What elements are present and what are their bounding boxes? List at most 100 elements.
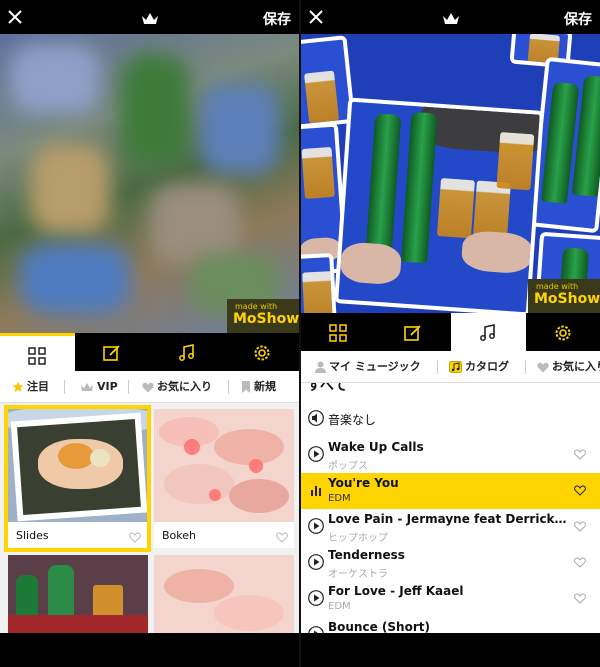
filter-label: お気に入り xyxy=(552,360,600,373)
music-track-list: すべて 音楽なし Wake Up Calls ポップス You're You E… xyxy=(301,383,600,633)
track-title: You're You xyxy=(328,476,399,490)
play-icon xyxy=(308,626,324,633)
heart-outline-icon[interactable] xyxy=(574,449,586,460)
heart-icon xyxy=(537,362,549,372)
tab-edit[interactable] xyxy=(376,313,451,351)
track-row[interactable]: Wake Up Calls ポップス xyxy=(301,437,600,473)
heart-outline-icon[interactable] xyxy=(574,485,586,496)
tab-music[interactable] xyxy=(451,313,526,351)
template-card-bokeh[interactable]: Bokeh xyxy=(154,409,294,548)
filter-new[interactable]: 新規 xyxy=(241,371,276,402)
track-title: Bounce (Short) xyxy=(328,620,430,633)
grid-icon xyxy=(28,347,46,365)
tab-settings[interactable] xyxy=(526,313,600,351)
person-icon xyxy=(315,361,326,373)
save-button[interactable]: 保存 xyxy=(263,9,291,29)
track-row-selected[interactable]: You're You EDM xyxy=(301,473,600,509)
speaker-mute-icon xyxy=(308,410,324,426)
tab-templates[interactable] xyxy=(0,333,75,371)
heart-outline-icon[interactable] xyxy=(574,593,586,604)
template-name: Bokeh xyxy=(162,529,196,542)
tab-edit[interactable] xyxy=(75,333,150,371)
track-row[interactable]: Love Pain - Jermayne feat Derrick Tho...… xyxy=(301,509,600,545)
photo-collage-preview: made with MoShow xyxy=(301,34,600,313)
star-icon xyxy=(12,381,24,392)
template-card[interactable] xyxy=(154,555,294,633)
left-screen: made with MoShow 保存 注目 VIP お気に入り 新規 Slid… xyxy=(0,0,299,667)
filter-label: 注目 xyxy=(27,380,49,393)
tab-templates[interactable] xyxy=(301,313,376,351)
no-music-row[interactable]: 音楽なし xyxy=(301,401,600,437)
template-name: Slides xyxy=(16,529,49,542)
filter-label: お気に入り xyxy=(157,380,212,393)
close-icon[interactable] xyxy=(309,10,323,24)
tab-settings[interactable] xyxy=(225,333,299,371)
play-icon xyxy=(308,446,324,462)
crown-icon[interactable] xyxy=(141,12,159,25)
filter-favorites[interactable]: お気に入り xyxy=(537,351,600,382)
watermark-brand: MoShow xyxy=(534,291,600,307)
tab-music[interactable] xyxy=(150,333,225,371)
template-filter-row: 注目 VIP お気に入り 新規 xyxy=(0,371,299,403)
heart-outline-icon[interactable] xyxy=(574,557,586,568)
music-folder-icon xyxy=(449,361,462,373)
template-card[interactable] xyxy=(8,555,148,633)
heart-outline-icon[interactable] xyxy=(574,521,586,532)
template-thumbnail xyxy=(8,409,147,522)
track-genre: オーケストラ xyxy=(328,569,388,580)
filter-label: 新規 xyxy=(254,380,276,393)
collage-photo xyxy=(301,253,337,313)
filter-favorites[interactable]: お気に入り xyxy=(142,371,212,402)
track-row[interactable]: Tenderness オーケストラ xyxy=(301,545,600,581)
gear-icon xyxy=(555,325,571,341)
heart-outline-icon[interactable] xyxy=(276,532,288,543)
template-card-slides[interactable]: Slides xyxy=(4,405,151,552)
music-note-icon xyxy=(179,344,194,361)
filter-vip[interactable]: VIP xyxy=(80,371,118,402)
crown-icon[interactable] xyxy=(442,12,460,25)
filter-divider xyxy=(437,360,438,374)
top-bar: 保存 xyxy=(0,0,299,34)
edit-icon xyxy=(103,345,120,361)
track-genre: ヒップホップ xyxy=(328,533,388,544)
filter-divider xyxy=(525,360,526,374)
music-note-icon xyxy=(480,324,495,341)
filter-featured[interactable]: 注目 xyxy=(12,371,49,402)
moshow-watermark: made with MoShow xyxy=(227,299,299,333)
bottom-bar xyxy=(0,633,299,667)
play-icon xyxy=(308,590,324,606)
video-preview[interactable]: made with MoShow 保存 xyxy=(301,0,600,313)
template-grid: Slides Bokeh xyxy=(0,403,299,633)
track-title: Tenderness xyxy=(328,548,405,562)
filter-label: マイ ミュージック xyxy=(329,360,421,373)
track-title: For Love - Jeff Kaael xyxy=(328,584,464,598)
gear-icon xyxy=(254,345,270,361)
edit-icon xyxy=(404,325,421,341)
filter-label: カタログ xyxy=(465,360,509,373)
heart-outline-icon[interactable] xyxy=(129,532,141,543)
play-icon xyxy=(308,554,324,570)
template-thumbnail xyxy=(154,409,294,522)
track-row[interactable]: Bounce (Short) xyxy=(301,617,600,633)
track-genre: ポップス xyxy=(328,461,368,472)
moshow-watermark: made with MoShow xyxy=(528,279,600,313)
track-row[interactable]: For Love - Jeff Kaael EDM xyxy=(301,581,600,617)
watermark-made-with: made with xyxy=(235,302,278,311)
video-preview[interactable]: made with MoShow 保存 xyxy=(0,0,299,333)
filter-catalog[interactable]: カタログ xyxy=(449,351,509,382)
filter-divider xyxy=(64,380,65,394)
close-icon[interactable] xyxy=(8,10,22,24)
template-thumbnail xyxy=(154,555,294,633)
bottom-bar xyxy=(301,633,600,667)
equalizer-icon xyxy=(311,486,321,496)
right-screen: made with MoShow 保存 マイ ミュージック カタログ お気に入 … xyxy=(301,0,600,667)
track-title: Love Pain - Jermayne feat Derrick Tho... xyxy=(328,512,568,526)
template-thumbnail xyxy=(8,555,148,633)
blurred-preview-image: made with MoShow xyxy=(0,34,299,333)
filter-divider xyxy=(228,380,229,394)
save-button[interactable]: 保存 xyxy=(564,9,592,29)
editor-tab-bar xyxy=(0,333,299,371)
watermark-brand: MoShow xyxy=(233,311,299,327)
filter-my-music[interactable]: マイ ミュージック xyxy=(315,351,421,382)
grid-icon xyxy=(329,324,347,342)
